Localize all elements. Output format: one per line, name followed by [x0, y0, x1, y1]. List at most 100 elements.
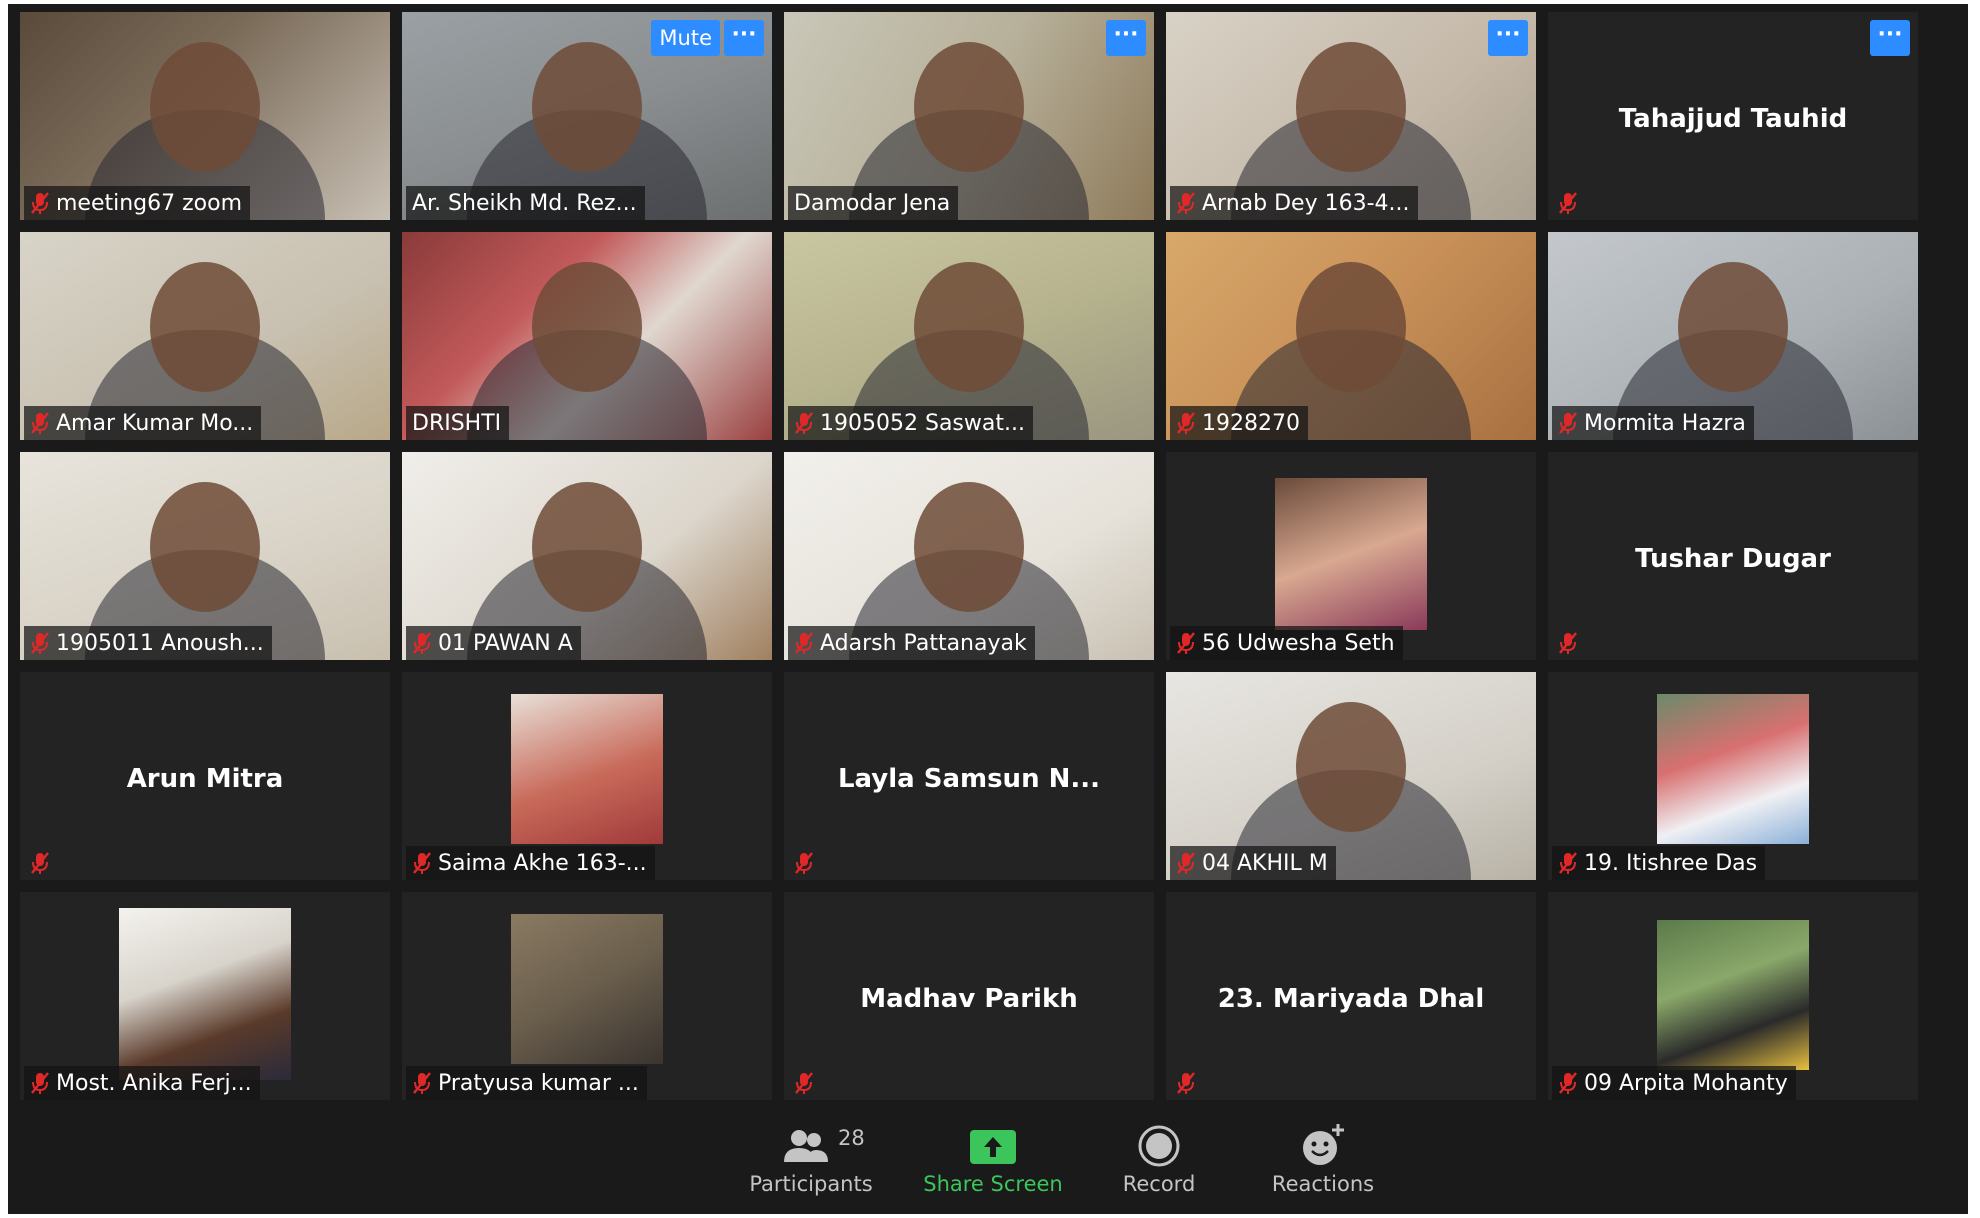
participant-name: 1928270: [1202, 410, 1300, 436]
participant-tile[interactable]: Tahajjud Tauhid ···: [1548, 12, 1918, 220]
participant-name-center: Madhav Parikh: [860, 984, 1078, 1014]
participant-tile[interactable]: Saima Akhe 163-...: [402, 672, 772, 880]
record-button[interactable]: Record: [1094, 1120, 1224, 1196]
muted-mic-icon: [794, 851, 814, 875]
participant-name: 56 Udwesha Seth: [1202, 630, 1395, 656]
profile-picture: [1657, 694, 1809, 844]
muted-mic-icon: [30, 1071, 50, 1095]
participant-tile[interactable]: Madhav Parikh: [784, 892, 1154, 1100]
more-options-button[interactable]: ···: [724, 20, 764, 56]
muted-mic-icon: [1558, 1071, 1578, 1095]
participant-tile[interactable]: ··· Damodar Jena: [784, 12, 1154, 220]
participant-name-tag: 1928270: [1170, 406, 1308, 440]
participant-name-tag: [1552, 186, 1586, 220]
participant-name-tag: Mormita Hazra: [1552, 406, 1754, 440]
person-head: [150, 482, 260, 612]
participant-tile[interactable]: 19. Itishree Das: [1548, 672, 1918, 880]
participant-name-tag: 1905052 Saswat...: [788, 406, 1033, 440]
participant-name: 19. Itishree Das: [1584, 850, 1758, 876]
participant-tile[interactable]: meeting67 zoom: [20, 12, 390, 220]
person-head: [532, 482, 642, 612]
participant-tile[interactable]: ··· Arnab Dey 163-4...: [1166, 12, 1536, 220]
muted-mic-icon: [412, 851, 432, 875]
share-screen-icon: [970, 1130, 1016, 1164]
reactions-icon: [1303, 1124, 1344, 1165]
mute-button[interactable]: Mute: [651, 20, 720, 56]
muted-mic-icon: [1558, 411, 1578, 435]
participant-name-tag: 04 AKHIL M: [1170, 846, 1336, 880]
participant-tile[interactable]: Adarsh Pattanayak: [784, 452, 1154, 660]
muted-mic-icon: [412, 1071, 432, 1095]
participant-name-tag: 56 Udwesha Seth: [1170, 626, 1403, 660]
participant-tile[interactable]: 09 Arpita Mohanty: [1548, 892, 1918, 1100]
participant-tile[interactable]: 1905011 Anoush...: [20, 452, 390, 660]
more-options-button[interactable]: ···: [1106, 20, 1146, 56]
participant-name-tag: Most. Anika Ferj...: [24, 1066, 260, 1100]
participant-name: Pratyusa kumar ...: [438, 1070, 639, 1096]
more-options-button[interactable]: ···: [1488, 20, 1528, 56]
participant-tile[interactable]: 23. Mariyada Dhal: [1166, 892, 1536, 1100]
participant-name: Adarsh Pattanayak: [820, 630, 1027, 656]
participant-tile[interactable]: Pratyusa kumar ...: [402, 892, 772, 1100]
muted-mic-icon: [794, 411, 814, 435]
zoom-meeting-window: meeting67 zoom Mute ··· Ar. Sheikh Md. Rez.…: [8, 4, 1968, 1214]
participant-tile[interactable]: Amar Kumar Mo...: [20, 232, 390, 440]
muted-mic-icon: [1558, 631, 1578, 655]
participant-name-tag: [1552, 626, 1586, 660]
person-head: [914, 262, 1024, 392]
participant-name-tag: 01 PAWAN A: [406, 626, 581, 660]
participant-name-tag: Arnab Dey 163-4...: [1170, 186, 1418, 220]
participant-name: 1905052 Saswat...: [820, 410, 1025, 436]
participant-name-tag: Amar Kumar Mo...: [24, 406, 262, 440]
participant-name-tag: Adarsh Pattanayak: [788, 626, 1035, 660]
gallery-grid: meeting67 zoom Mute ··· Ar. Sheikh Md. Rez.…: [20, 12, 1918, 1100]
participant-tile[interactable]: 56 Udwesha Seth: [1166, 452, 1536, 660]
participants-count: 28: [838, 1126, 865, 1150]
participant-tile[interactable]: 1928270: [1166, 232, 1536, 440]
participants-icon: [784, 1130, 828, 1162]
participant-tile[interactable]: Tushar Dugar: [1548, 452, 1918, 660]
participant-name-tag: DRISHTI: [406, 406, 510, 440]
participant-name: 04 AKHIL M: [1202, 850, 1328, 876]
participants-button[interactable]: 28 Participants: [736, 1120, 886, 1196]
participant-name: Ar. Sheikh Md. Rez...: [412, 190, 637, 216]
reactions-button[interactable]: Reactions: [1248, 1120, 1398, 1196]
participant-name-center: Layla Samsun N...: [837, 764, 1101, 794]
muted-mic-icon: [1176, 411, 1196, 435]
person-head: [150, 262, 260, 392]
muted-mic-icon: [794, 631, 814, 655]
participant-tile[interactable]: DRISHTI: [402, 232, 772, 440]
participant-tile[interactable]: 01 PAWAN A: [402, 452, 772, 660]
participants-label: Participants: [749, 1172, 873, 1196]
participant-name: Mormita Hazra: [1584, 410, 1746, 436]
record-label: Record: [1122, 1172, 1196, 1196]
participant-name-tag: Saima Akhe 163-...: [406, 846, 655, 880]
participant-tile[interactable]: Layla Samsun N...: [784, 672, 1154, 880]
share-screen-button[interactable]: Share Screen: [908, 1120, 1078, 1196]
muted-mic-icon: [794, 1071, 814, 1095]
muted-mic-icon: [1176, 631, 1196, 655]
muted-mic-icon: [1558, 851, 1578, 875]
participant-name-tag: [24, 846, 58, 880]
participant-tile[interactable]: 04 AKHIL M: [1166, 672, 1536, 880]
participant-tile[interactable]: 1905052 Saswat...: [784, 232, 1154, 440]
profile-picture: [119, 908, 291, 1080]
record-icon: [1138, 1125, 1180, 1167]
muted-mic-icon: [1176, 851, 1196, 875]
participant-tile[interactable]: Mute ··· Ar. Sheikh Md. Rez...: [402, 12, 772, 220]
muted-mic-icon: [1176, 1071, 1196, 1095]
participant-tile[interactable]: Mormita Hazra: [1548, 232, 1918, 440]
more-options-button[interactable]: ···: [1870, 20, 1910, 56]
participant-tile[interactable]: Arun Mitra: [20, 672, 390, 880]
participant-name-tag: [788, 846, 822, 880]
muted-mic-icon: [30, 851, 50, 875]
participant-name-center: Arun Mitra: [126, 764, 284, 794]
participant-name: DRISHTI: [412, 410, 502, 436]
meeting-toolbar: 28 Participants Share Screen Record Reac…: [8, 1116, 1968, 1214]
muted-mic-icon: [1176, 191, 1196, 215]
share-screen-label: Share Screen: [923, 1172, 1063, 1196]
participant-name-center: Tushar Dugar: [1635, 544, 1831, 574]
profile-picture: [511, 914, 663, 1064]
participant-tile[interactable]: Most. Anika Ferj...: [20, 892, 390, 1100]
person-head: [1296, 42, 1406, 172]
